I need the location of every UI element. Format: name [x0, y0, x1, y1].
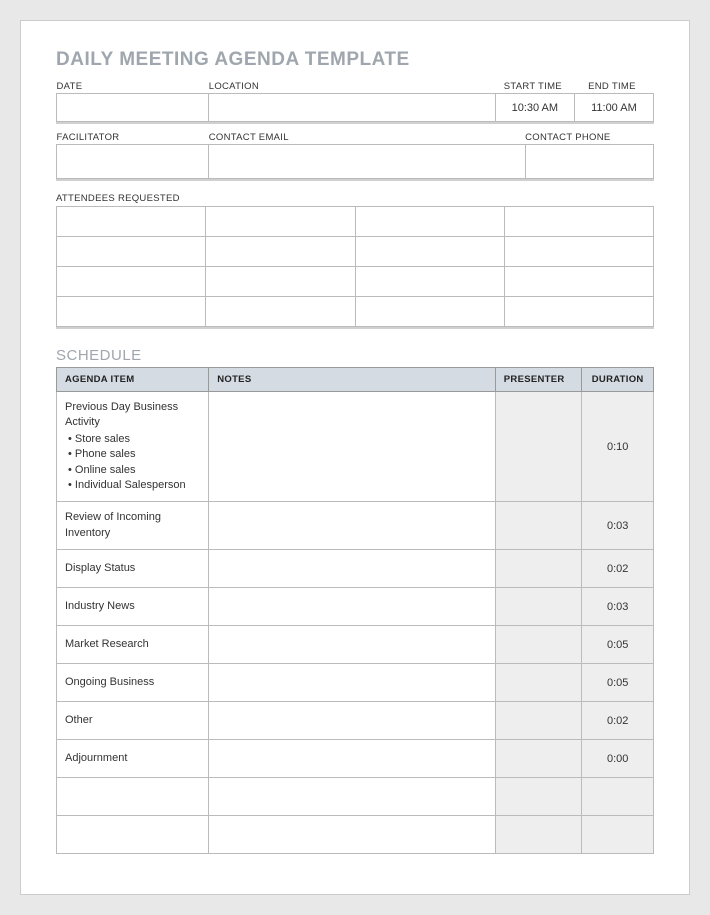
header-notes: NOTES: [209, 368, 496, 392]
table-row: Other 0:02: [57, 702, 654, 740]
table-row: Adjournment 0:00: [57, 740, 654, 778]
section-schedule: SCHEDULE: [56, 347, 654, 364]
attendee-cell[interactable]: [355, 297, 504, 327]
label-date: DATE: [57, 79, 209, 94]
cell-agenda-item[interactable]: [57, 816, 209, 854]
cell-agenda-item[interactable]: Ongoing Business: [57, 664, 209, 702]
cell-notes[interactable]: [209, 702, 496, 740]
cell-agenda-item[interactable]: [57, 778, 209, 816]
attendee-cell[interactable]: [206, 237, 355, 267]
attendee-cell[interactable]: [57, 207, 206, 237]
header-agenda-item: AGENDA ITEM: [57, 368, 209, 392]
table-row: [57, 816, 654, 854]
cell-duration[interactable]: 0:10: [582, 392, 654, 502]
attendee-cell[interactable]: [57, 237, 206, 267]
cell-presenter[interactable]: [495, 502, 582, 550]
label-location: LOCATION: [209, 79, 496, 94]
cell-agenda-item[interactable]: Previous Day Business ActivityStore sale…: [57, 392, 209, 502]
label-contact-email: CONTACT EMAIL: [209, 130, 525, 145]
schedule-table: AGENDA ITEM NOTES PRESENTER DURATION Pre…: [56, 367, 654, 854]
cell-presenter[interactable]: [495, 588, 582, 626]
page-title: DAILY MEETING AGENDA TEMPLATE: [56, 49, 654, 71]
cell-duration[interactable]: 0:05: [582, 664, 654, 702]
cell-presenter[interactable]: [495, 664, 582, 702]
table-row: Display Status 0:02: [57, 550, 654, 588]
header-presenter: PRESENTER: [495, 368, 582, 392]
header-duration: DURATION: [582, 368, 654, 392]
field-contact-phone[interactable]: [525, 145, 653, 179]
table-row: Ongoing Business 0:05: [57, 664, 654, 702]
cell-agenda-item[interactable]: Other: [57, 702, 209, 740]
cell-presenter[interactable]: [495, 626, 582, 664]
cell-notes[interactable]: [209, 588, 496, 626]
cell-notes[interactable]: [209, 816, 496, 854]
attendee-cell[interactable]: [355, 237, 504, 267]
cell-duration[interactable]: 0:02: [582, 702, 654, 740]
document-page: DAILY MEETING AGENDA TEMPLATE DATE LOCAT…: [20, 20, 690, 895]
cell-agenda-item[interactable]: Display Status: [57, 550, 209, 588]
field-contact-email[interactable]: [209, 145, 525, 179]
cell-presenter[interactable]: [495, 740, 582, 778]
attendee-cell[interactable]: [206, 267, 355, 297]
field-end-time[interactable]: 11:00 AM: [574, 94, 653, 122]
cell-agenda-item[interactable]: Industry News: [57, 588, 209, 626]
cell-duration[interactable]: 0:03: [582, 588, 654, 626]
attendee-cell[interactable]: [504, 267, 653, 297]
table-row: Market Research 0:05: [57, 626, 654, 664]
cell-duration[interactable]: [582, 778, 654, 816]
table-row: Review of Incoming Inventory 0:03: [57, 502, 654, 550]
label-contact-phone: CONTACT PHONE: [525, 130, 653, 145]
cell-duration[interactable]: 0:00: [582, 740, 654, 778]
cell-notes[interactable]: [209, 778, 496, 816]
attendee-cell[interactable]: [57, 267, 206, 297]
attendee-cell[interactable]: [504, 207, 653, 237]
cell-agenda-item[interactable]: Adjournment: [57, 740, 209, 778]
cell-duration[interactable]: [582, 816, 654, 854]
info-block-1: DATE LOCATION START TIME END TIME 10:30 …: [56, 79, 654, 124]
info-table-1: DATE LOCATION START TIME END TIME 10:30 …: [56, 79, 654, 122]
field-date[interactable]: [57, 94, 209, 122]
table-row: Industry News 0:03: [57, 588, 654, 626]
attendee-cell[interactable]: [355, 267, 504, 297]
cell-duration[interactable]: 0:05: [582, 626, 654, 664]
cell-presenter[interactable]: [495, 702, 582, 740]
cell-notes[interactable]: [209, 550, 496, 588]
cell-agenda-item[interactable]: Review of Incoming Inventory: [57, 502, 209, 550]
attendee-cell[interactable]: [57, 297, 206, 327]
cell-notes[interactable]: [209, 502, 496, 550]
cell-notes[interactable]: [209, 664, 496, 702]
label-facilitator: FACILITATOR: [57, 130, 209, 145]
table-row: Previous Day Business ActivityStore sale…: [57, 392, 654, 502]
attendee-cell[interactable]: [355, 207, 504, 237]
cell-presenter[interactable]: [495, 778, 582, 816]
cell-duration[interactable]: 0:02: [582, 550, 654, 588]
cell-notes[interactable]: [209, 392, 496, 502]
cell-presenter[interactable]: [495, 392, 582, 502]
attendee-cell[interactable]: [504, 237, 653, 267]
field-location[interactable]: [209, 94, 496, 122]
field-facilitator[interactable]: [57, 145, 209, 179]
field-start-time[interactable]: 10:30 AM: [495, 94, 574, 122]
label-end-time: END TIME: [574, 79, 653, 94]
attendees-table: [56, 206, 654, 327]
label-start-time: START TIME: [495, 79, 574, 94]
cell-notes[interactable]: [209, 626, 496, 664]
label-attendees: ATTENDEES REQUESTED: [56, 191, 654, 206]
table-row: [57, 778, 654, 816]
attendee-cell[interactable]: [206, 207, 355, 237]
info-block-2: FACILITATOR CONTACT EMAIL CONTACT PHONE: [56, 130, 654, 181]
cell-duration[interactable]: 0:03: [582, 502, 654, 550]
cell-agenda-item[interactable]: Market Research: [57, 626, 209, 664]
attendee-cell[interactable]: [504, 297, 653, 327]
info-table-2: FACILITATOR CONTACT EMAIL CONTACT PHONE: [56, 130, 654, 179]
cell-notes[interactable]: [209, 740, 496, 778]
cell-presenter[interactable]: [495, 550, 582, 588]
attendee-cell[interactable]: [206, 297, 355, 327]
cell-presenter[interactable]: [495, 816, 582, 854]
attendees-block: ATTENDEES REQUESTED: [56, 191, 654, 329]
